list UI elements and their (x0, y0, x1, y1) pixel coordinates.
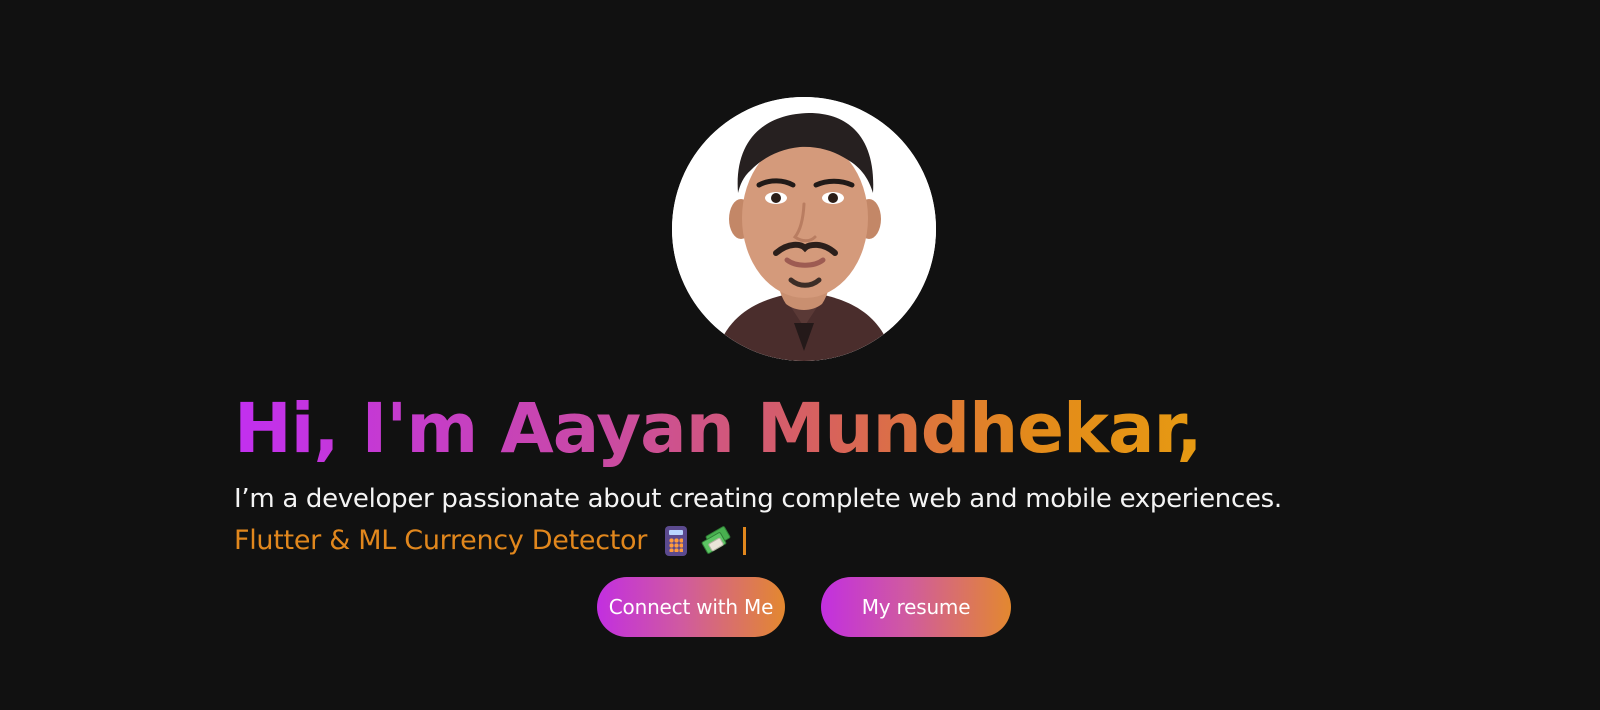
hero-section: Hi, I'm Aayan Mundhekar, I’m a developer… (0, 0, 1600, 710)
profile-photo (672, 97, 936, 361)
hero-tagline: I’m a developer passionate about creatin… (234, 484, 1282, 514)
typed-text: Flutter & ML Currency Detector (234, 525, 648, 556)
typed-text-line: Flutter & ML Currency Detector (234, 522, 747, 560)
connect-with-me-button[interactable]: Connect with Me (597, 577, 785, 637)
my-resume-button[interactable]: My resume (821, 577, 1011, 637)
hero-headline: Hi, I'm Aayan Mundhekar, (234, 384, 1203, 474)
profile-avatar (672, 97, 936, 361)
money-with-wings-icon (701, 525, 732, 556)
calculator-icon (665, 526, 688, 556)
typing-cursor (743, 527, 747, 555)
